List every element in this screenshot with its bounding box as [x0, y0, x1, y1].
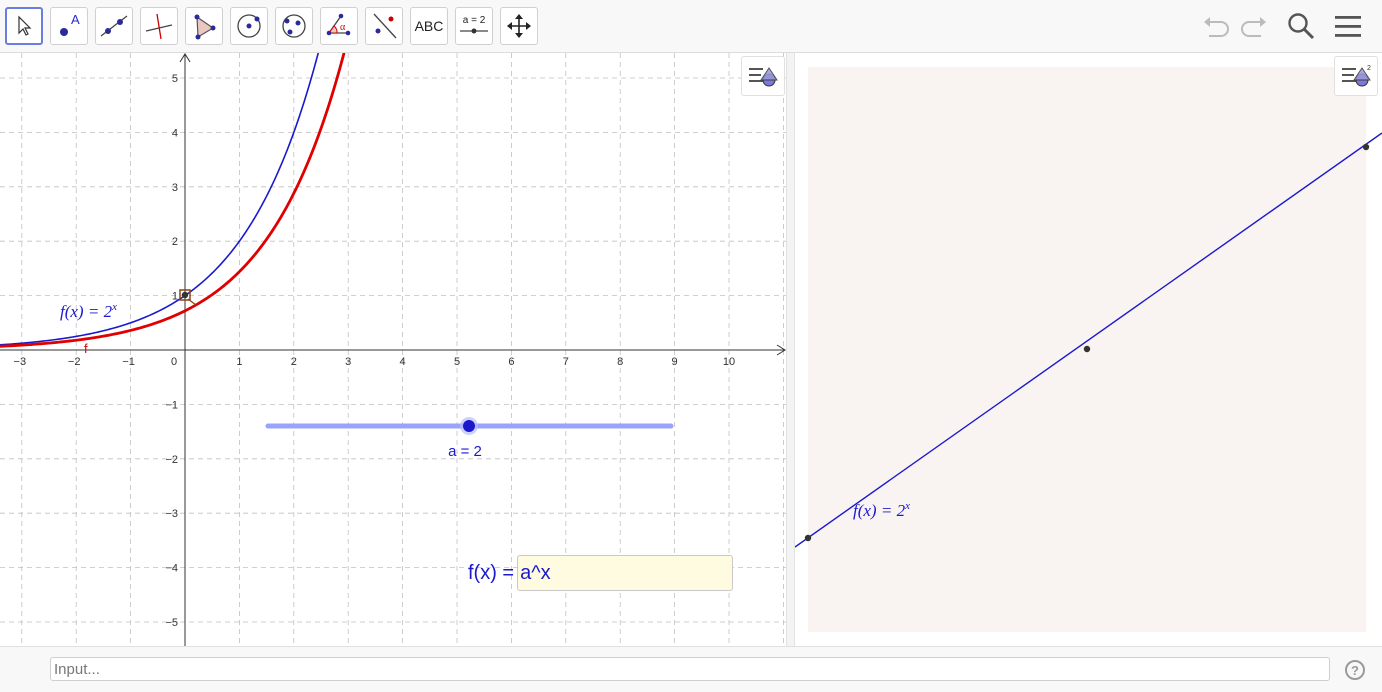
function-curve-blue[interactable] — [0, 53, 324, 346]
point-on-curve[interactable] — [181, 291, 189, 299]
reflect-icon — [373, 13, 397, 39]
x-tick-label: 5 — [454, 356, 460, 368]
y-tick-label: 3 — [172, 182, 178, 194]
svg-text:A: A — [71, 12, 80, 27]
y-tick-label: 2 — [172, 236, 178, 248]
y-tick-label: −2 — [165, 454, 178, 466]
angle-icon: α — [326, 13, 351, 36]
point-icon: A — [60, 12, 80, 36]
text-tool-button[interactable]: ABC — [410, 7, 448, 45]
algebra-input-bar: ? — [0, 646, 1382, 692]
point-tangent-mark — [187, 298, 197, 306]
x-tick-label: 9 — [672, 356, 678, 368]
x-tick-label: 0 — [171, 356, 177, 368]
line-tool-button[interactable] — [95, 7, 133, 45]
menu-button[interactable] — [1332, 10, 1364, 42]
slider-handle[interactable] — [463, 420, 475, 432]
circle-center-point-tool-button[interactable] — [230, 7, 268, 45]
arrow-cursor-icon — [18, 15, 32, 36]
perpendicular-line-icon — [145, 13, 173, 40]
undo-button[interactable] — [1200, 10, 1232, 42]
x-tick-label: −3 — [14, 356, 27, 368]
slider-label: a = 2 — [448, 443, 482, 460]
line-point-3[interactable] — [1362, 143, 1370, 151]
graphics-view-2[interactable]: f(x) = 2x 2 — [795, 53, 1382, 646]
move-graphics-view-tool-button[interactable] — [500, 7, 538, 45]
function-label-2: f(x) = 2x — [853, 500, 910, 520]
y-tick-label: −3 — [165, 508, 178, 520]
help-button[interactable]: ? — [1345, 660, 1365, 680]
line-icon — [100, 15, 128, 37]
x-tick-label: 8 — [617, 356, 623, 368]
style-bar-icon: 2 — [1342, 65, 1371, 87]
x-tick-label: 1 — [236, 356, 242, 368]
reflect-tool-button[interactable] — [365, 7, 403, 45]
graphics-view-2-canvas[interactable]: f(x) = 2x — [795, 53, 1382, 646]
search-button[interactable] — [1285, 10, 1317, 42]
line-point-2[interactable] — [1083, 345, 1091, 353]
menu-icon — [1335, 16, 1361, 37]
x-tick-label: 4 — [400, 356, 406, 368]
toolbar: A α ABC a = 2 — [0, 0, 1382, 53]
function-input-field[interactable]: a^x — [517, 555, 734, 591]
circle-three-points-tool-button[interactable] — [275, 7, 313, 45]
function-label-1: f(x) = 2x — [60, 301, 117, 321]
line-point-1[interactable] — [804, 534, 812, 542]
graphics-view-1[interactable]: −3 −2 −1 0 1 2 3 4 5 6 7 8 9 10 5 4 3 2 1 −1 −2 −3 −4 −5 f(x) … — [0, 53, 786, 646]
move-arrows-icon — [507, 14, 531, 38]
svg-text:a = 2: a = 2 — [463, 15, 486, 26]
redo-icon — [1241, 17, 1266, 37]
x-tick-label: 10 — [723, 356, 735, 368]
polygon-tool-button[interactable] — [185, 7, 223, 45]
slider-icon: a = 2 — [460, 15, 488, 34]
style-bar-toggle-1[interactable] — [741, 56, 785, 96]
polygon-icon — [194, 14, 216, 40]
x-tick-label: 6 — [508, 356, 514, 368]
y-tick-label: −4 — [165, 563, 178, 575]
y-tick-labels: 54321−1−2−3−4−5 — [165, 73, 178, 629]
style-bar-toggle-2[interactable]: 2 — [1334, 56, 1378, 96]
x-tick-labels: −3 −2 −1 0 1 2 3 4 5 6 7 8 9 10 — [14, 356, 736, 368]
style-bar-icon — [749, 67, 778, 87]
x-tick-label: −2 — [68, 356, 81, 368]
y-tick-label: 5 — [172, 73, 178, 85]
svg-text:2: 2 — [1367, 65, 1371, 72]
perpendicular-line-tool-button[interactable] — [140, 7, 178, 45]
x-tick-label: 3 — [345, 356, 351, 368]
text-tool-label: ABC — [414, 18, 444, 34]
svg-text:α: α — [340, 22, 346, 33]
y-tick-label: 4 — [172, 127, 178, 139]
point-tool-button[interactable]: A — [50, 7, 88, 45]
angle-tool-button[interactable]: α — [320, 7, 358, 45]
x-tick-label: 2 — [291, 356, 297, 368]
y-tick-label: −1 — [165, 399, 178, 411]
view-splitter[interactable] — [786, 53, 795, 646]
move-tool-button[interactable] — [5, 7, 43, 45]
slider-tool-button[interactable]: a = 2 — [455, 7, 493, 45]
x-tick-label: −1 — [122, 356, 135, 368]
undo-icon — [1204, 17, 1229, 37]
redo-button[interactable] — [1238, 10, 1270, 42]
red-curve-label: f — [84, 341, 88, 356]
input-box-label: f(x) = — [468, 561, 515, 584]
x-tick-label: 7 — [563, 356, 569, 368]
algebra-input-field[interactable] — [50, 657, 1330, 681]
input-box: f(x) = a^x — [468, 555, 734, 591]
search-icon — [1288, 13, 1315, 40]
circle-three-points-icon — [282, 14, 306, 38]
y-tick-label: −5 — [165, 617, 178, 629]
circle-center-icon — [237, 14, 261, 38]
